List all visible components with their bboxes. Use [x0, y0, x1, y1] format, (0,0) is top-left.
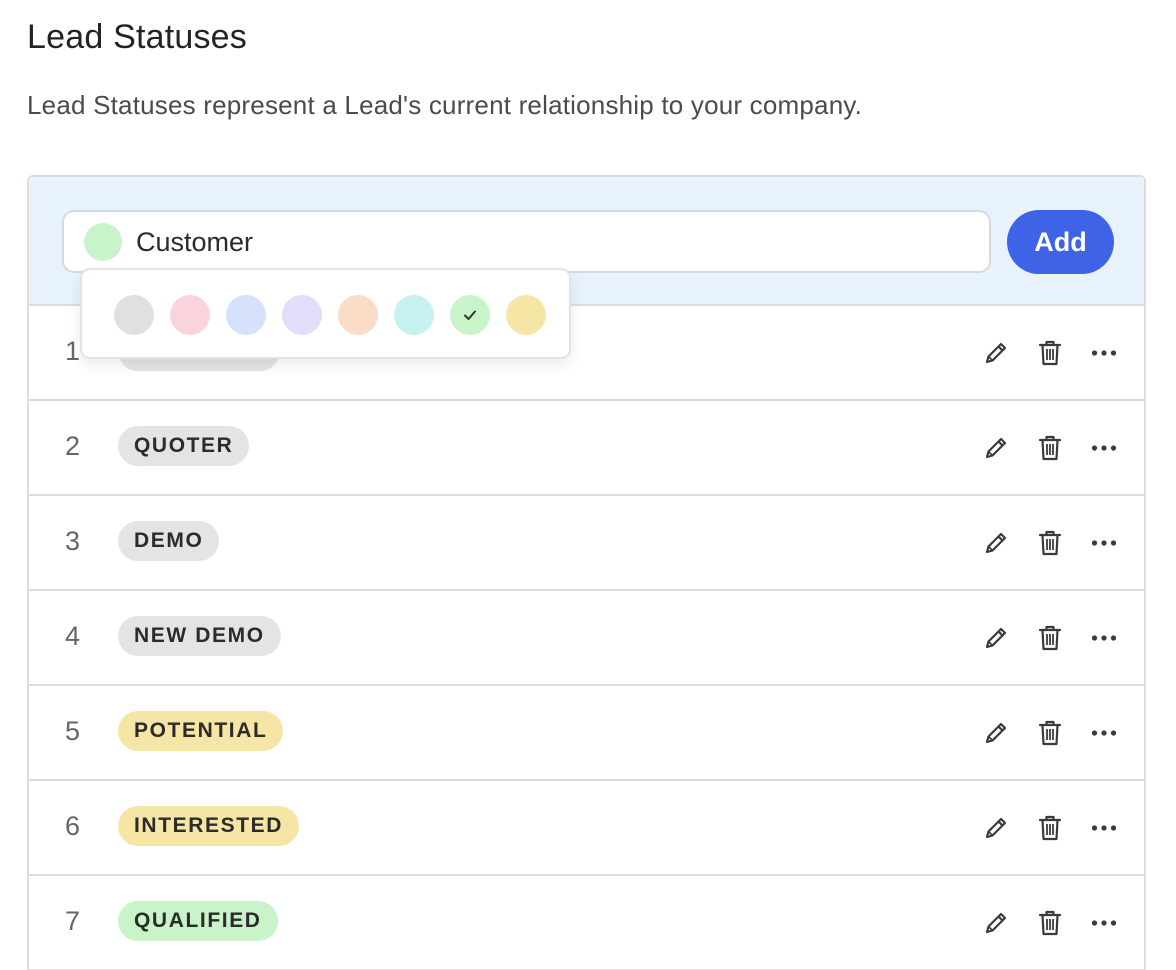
- status-row: 5 POTENTIAL: [29, 686, 1144, 781]
- edit-button[interactable]: [982, 528, 1010, 558]
- pencil-icon: [982, 909, 1010, 937]
- delete-button[interactable]: [1036, 338, 1064, 368]
- pencil-icon: [982, 719, 1010, 747]
- delete-button[interactable]: [1036, 718, 1064, 748]
- more-button[interactable]: [1090, 908, 1118, 938]
- color-swatch-button[interactable]: [84, 223, 122, 261]
- status-number: 7: [65, 906, 81, 936]
- status-number: 3: [65, 526, 81, 556]
- status-row: 2 QUOTER: [29, 401, 1144, 496]
- trash-icon: [1038, 434, 1062, 462]
- row-actions: [982, 908, 1118, 938]
- color-option-pink[interactable]: [170, 295, 210, 335]
- page-subtitle: Lead Statuses represent a Lead's current…: [27, 90, 863, 120]
- status-row: 3 DEMO: [29, 496, 1144, 591]
- more-button[interactable]: [1090, 528, 1118, 558]
- pencil-icon: [982, 624, 1010, 652]
- delete-button[interactable]: [1036, 528, 1064, 558]
- status-row: 6 INTERESTED: [29, 781, 1144, 876]
- more-dots-icon: [1091, 444, 1117, 452]
- status-name-input[interactable]: [136, 220, 966, 264]
- more-dots-icon: [1091, 634, 1117, 642]
- color-option-blue[interactable]: [226, 295, 266, 335]
- edit-button[interactable]: [982, 718, 1010, 748]
- pencil-icon: [982, 434, 1010, 462]
- more-dots-icon: [1091, 824, 1117, 832]
- more-button[interactable]: [1090, 623, 1118, 653]
- trash-icon: [1038, 339, 1062, 367]
- trash-icon: [1038, 909, 1062, 937]
- lead-statuses-page: Lead Statuses Lead Statuses represent a …: [0, 0, 1176, 970]
- more-button[interactable]: [1090, 433, 1118, 463]
- status-badge: INTERESTED: [118, 806, 300, 846]
- status-number: 1: [65, 336, 81, 366]
- trash-icon: [1038, 814, 1062, 842]
- color-option-cyan[interactable]: [394, 295, 434, 335]
- status-number: 2: [65, 431, 81, 461]
- trash-icon: [1038, 624, 1062, 652]
- color-option-green[interactable]: [450, 295, 490, 335]
- row-actions: [982, 528, 1118, 558]
- color-option-purple[interactable]: [282, 295, 322, 335]
- edit-button[interactable]: [982, 623, 1010, 653]
- edit-button[interactable]: [982, 433, 1010, 463]
- color-option-orange[interactable]: [338, 295, 378, 335]
- delete-button[interactable]: [1036, 623, 1064, 653]
- status-list: 1 2 QUOTER 3 DEMO 4 NEW DEMO 5 POTENTIAL 6 INTERES…: [29, 306, 1144, 970]
- more-button[interactable]: [1090, 813, 1118, 843]
- status-badge: POTENTIAL: [118, 711, 284, 751]
- edit-button[interactable]: [982, 908, 1010, 938]
- delete-button[interactable]: [1036, 908, 1064, 938]
- color-option-yellow[interactable]: [506, 295, 546, 335]
- pencil-icon: [982, 529, 1010, 557]
- more-dots-icon: [1091, 349, 1117, 357]
- more-dots-icon: [1091, 729, 1117, 737]
- status-number: 4: [65, 621, 81, 651]
- delete-button[interactable]: [1036, 433, 1064, 463]
- more-button[interactable]: [1090, 718, 1118, 748]
- edit-button[interactable]: [982, 338, 1010, 368]
- delete-button[interactable]: [1036, 813, 1064, 843]
- edit-button[interactable]: [982, 813, 1010, 843]
- color-option-gray[interactable]: [114, 295, 154, 335]
- status-badge: QUOTER: [118, 426, 250, 466]
- pencil-icon: [982, 814, 1010, 842]
- row-actions: [982, 338, 1118, 368]
- page-title: Lead Statuses: [27, 18, 247, 56]
- status-badge: QUALIFIED: [118, 901, 278, 941]
- status-number: 6: [65, 811, 81, 841]
- row-actions: [982, 433, 1118, 463]
- more-button[interactable]: [1090, 338, 1118, 368]
- trash-icon: [1038, 529, 1062, 557]
- pencil-icon: [982, 339, 1010, 367]
- more-dots-icon: [1091, 919, 1117, 927]
- status-badge: DEMO: [118, 521, 220, 561]
- row-actions: [982, 718, 1118, 748]
- row-actions: [982, 623, 1118, 653]
- row-actions: [982, 813, 1118, 843]
- status-number: 5: [65, 716, 81, 746]
- status-name-field[interactable]: [62, 210, 991, 273]
- color-picker-popover: [80, 268, 571, 359]
- status-row: 7 QUALIFIED: [29, 876, 1144, 970]
- more-dots-icon: [1091, 539, 1117, 547]
- add-button[interactable]: Add: [1007, 210, 1114, 274]
- status-badge: NEW DEMO: [118, 616, 281, 656]
- status-row: 4 NEW DEMO: [29, 591, 1144, 686]
- trash-icon: [1038, 719, 1062, 747]
